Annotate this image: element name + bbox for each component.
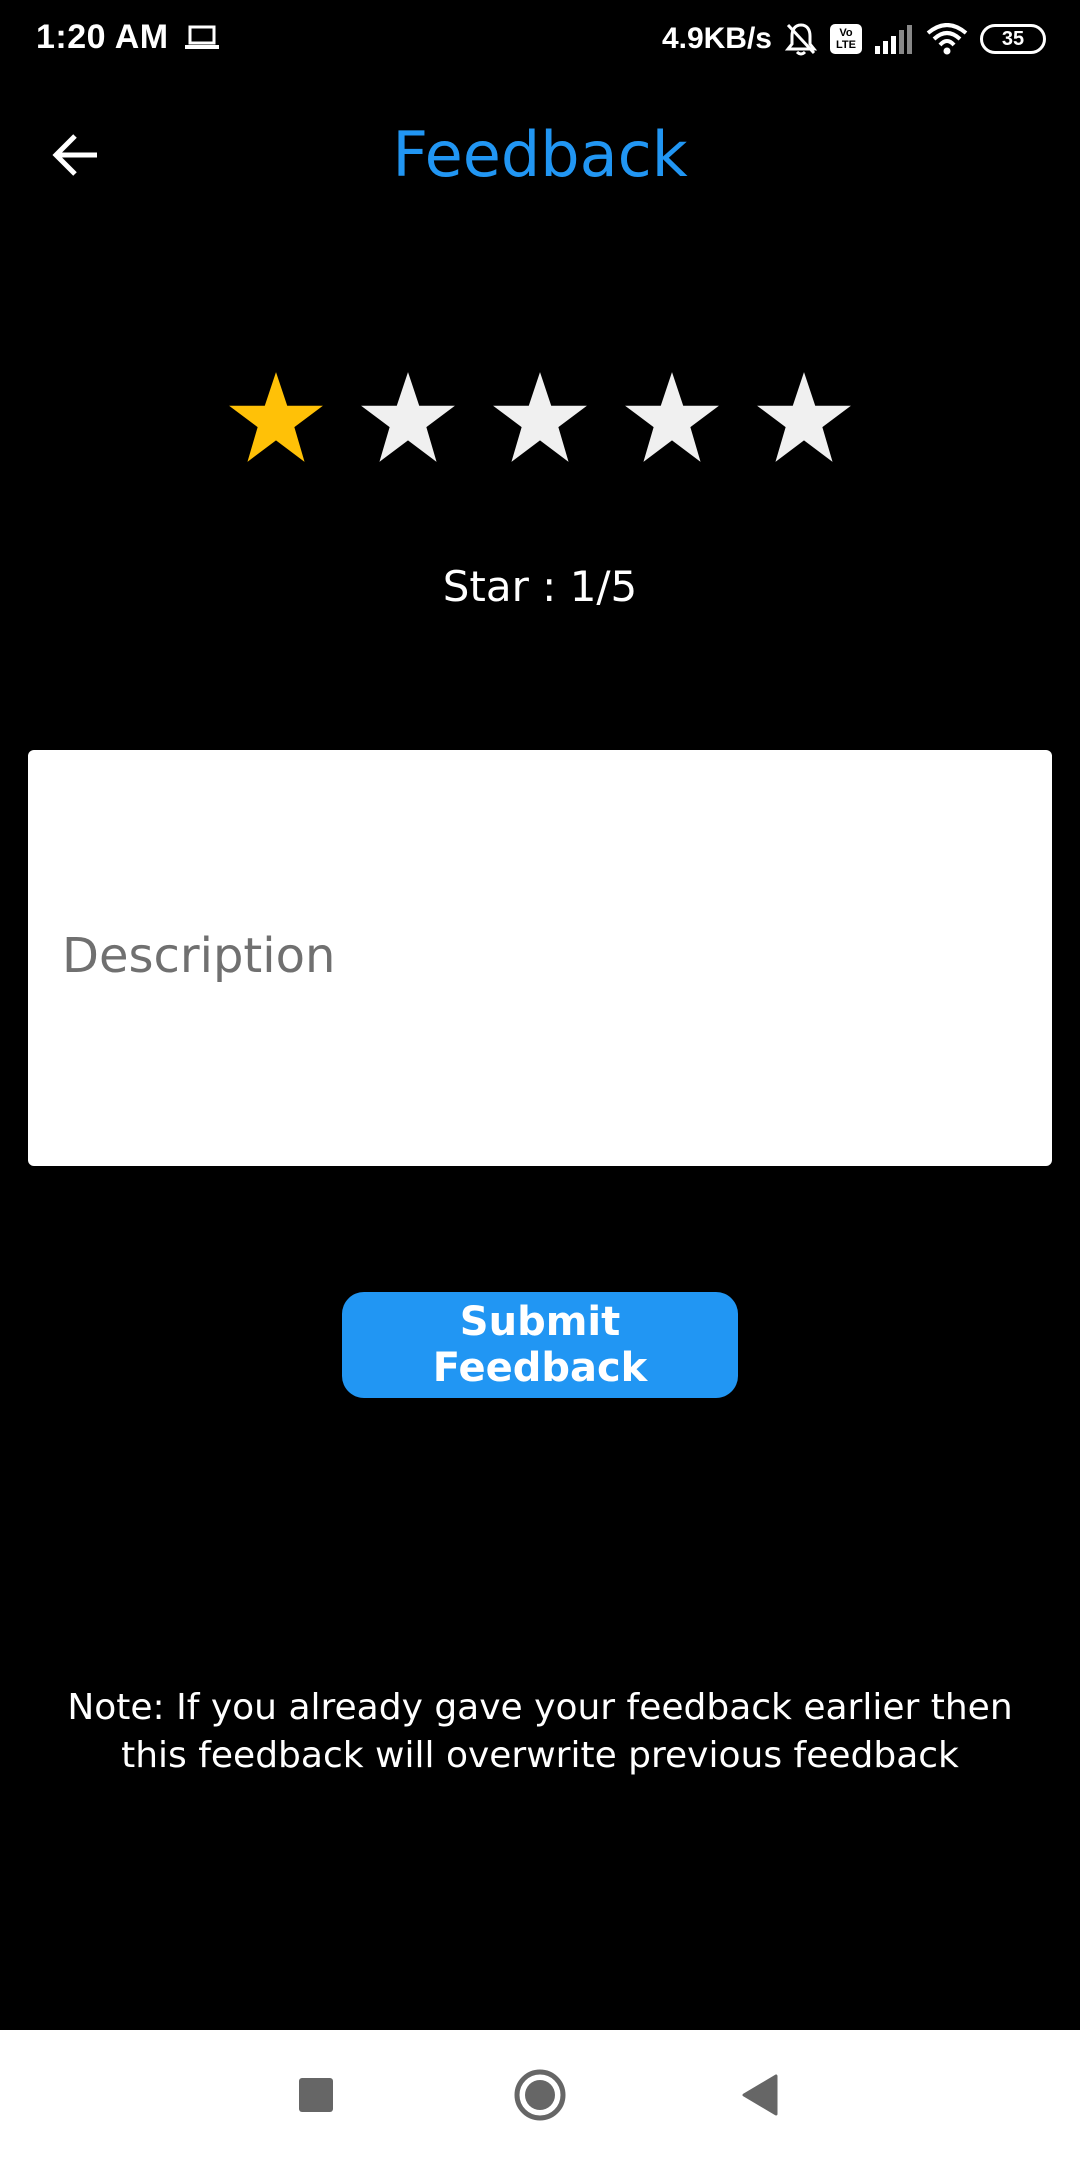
description-input[interactable] bbox=[28, 750, 1052, 1166]
recents-button[interactable] bbox=[276, 2060, 356, 2130]
star-rating[interactable] bbox=[0, 368, 1080, 478]
submit-feedback-button[interactable]: Submit Feedback bbox=[342, 1292, 738, 1398]
home-circle-icon bbox=[514, 2069, 566, 2121]
volte-icon: Vo LTE bbox=[830, 24, 862, 54]
feedback-screen: 1:20 AM 4.9KB/s Vo LTE 35 Feedback Star … bbox=[0, 0, 1080, 2160]
back-triangle-icon bbox=[742, 2074, 778, 2116]
page-title: Feedback bbox=[392, 118, 688, 191]
laptop-icon bbox=[185, 25, 219, 49]
star-rating-label: Star : 1/5 bbox=[442, 562, 638, 611]
signal-icon bbox=[875, 25, 912, 54]
battery-level: 35 bbox=[1001, 27, 1025, 50]
wifi-icon bbox=[926, 23, 968, 55]
status-icons: 4.9KB/s Vo LTE 35 bbox=[662, 14, 1046, 64]
star-2-icon[interactable] bbox=[357, 368, 459, 470]
description-field[interactable] bbox=[28, 750, 1052, 1166]
net-speed: 4.9KB/s bbox=[661, 22, 772, 55]
bell-off-icon bbox=[784, 23, 818, 56]
star-4-icon[interactable] bbox=[621, 368, 723, 470]
status-time: 1:20 AM bbox=[36, 18, 169, 56]
recents-square-icon bbox=[299, 2078, 333, 2112]
back-nav-button[interactable] bbox=[720, 2060, 800, 2130]
home-button[interactable] bbox=[500, 2060, 580, 2130]
battery-icon: 35 bbox=[980, 24, 1046, 54]
star-1-icon[interactable] bbox=[225, 368, 327, 470]
star-5-icon[interactable] bbox=[753, 368, 855, 470]
overwrite-note: Note: If you already gave your feedback … bbox=[67, 1687, 1013, 1776]
toolbar: Feedback bbox=[0, 100, 1080, 210]
system-nav-bar bbox=[0, 2030, 1080, 2160]
status-bar: 1:20 AM 4.9KB/s Vo LTE 35 bbox=[0, 0, 1080, 78]
star-3-icon[interactable] bbox=[489, 368, 591, 470]
